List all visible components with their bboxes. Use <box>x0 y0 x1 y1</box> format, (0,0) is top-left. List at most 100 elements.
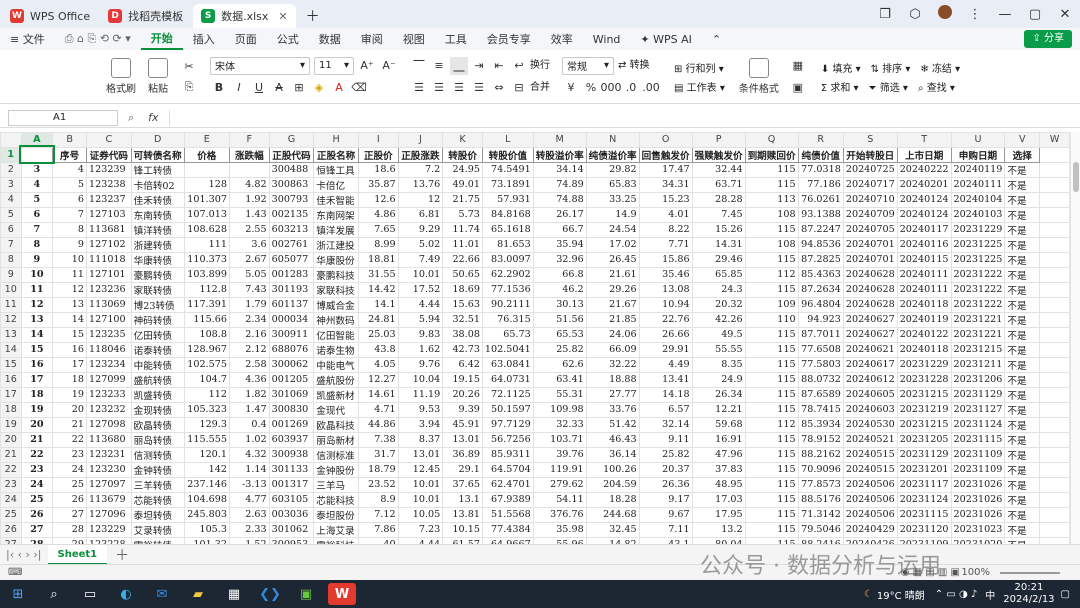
cell[interactable]: 不是 <box>1004 161 1041 178</box>
cell[interactable]: 20231206 <box>950 371 1006 388</box>
cell[interactable]: 7.11 <box>638 521 693 538</box>
collapse-icon[interactable]: ⌃ <box>702 33 731 46</box>
column-header[interactable]: B <box>52 132 88 148</box>
cell[interactable]: 84.8168 <box>481 206 534 223</box>
cell[interactable]: 18.69 <box>442 281 483 298</box>
cell[interactable]: 115.555 <box>183 431 230 448</box>
cell[interactable]: 78.9152 <box>797 431 844 448</box>
header-cell[interactable]: 正股代码 <box>268 146 315 163</box>
cell[interactable]: 17.52 <box>397 281 444 298</box>
cell[interactable]: 金钟股份 <box>313 461 359 478</box>
cell[interactable]: 65.53 <box>532 326 587 343</box>
cell[interactable]: 镇洋转债 <box>130 221 185 238</box>
cell[interactable]: 4.05 <box>357 356 399 373</box>
cell[interactable]: 127097 <box>86 476 132 493</box>
column-header[interactable]: S <box>842 132 898 148</box>
cell[interactable]: 博威合金 <box>313 296 359 313</box>
cell[interactable]: 279.62 <box>532 476 587 493</box>
cell[interactable]: 23.52 <box>357 476 399 493</box>
cell[interactable] <box>1039 536 1070 544</box>
cell[interactable] <box>1039 296 1070 313</box>
cell[interactable]: 109.98 <box>532 401 587 418</box>
cell[interactable]: 20231115 <box>950 431 1006 448</box>
cell[interactable]: 20231228 <box>896 371 952 388</box>
cell[interactable]: 20231020 <box>950 536 1006 544</box>
cell[interactable]: 5.94 <box>397 311 444 328</box>
cell[interactable]: 不是 <box>1004 431 1041 448</box>
cell[interactable] <box>1039 311 1070 328</box>
cell[interactable]: 42.73 <box>442 341 483 358</box>
sheet-tab[interactable]: Sheet1 <box>47 544 108 565</box>
cell[interactable]: 21.67 <box>585 296 640 313</box>
cell[interactable]: 25 <box>20 491 54 508</box>
cell[interactable] <box>1039 446 1070 463</box>
cell[interactable]: 26 <box>20 506 54 523</box>
cell[interactable]: 18.6 <box>357 161 399 178</box>
cell[interactable]: 21.75 <box>442 191 483 208</box>
cell[interactable]: 20231201 <box>896 461 952 478</box>
cell[interactable]: 21.61 <box>585 266 640 283</box>
justify-icon[interactable]: ☰ <box>470 79 488 97</box>
cell[interactable] <box>183 161 230 178</box>
cell[interactable]: 9.29 <box>397 221 444 238</box>
cell[interactable]: 35.46 <box>638 266 693 283</box>
cell[interactable]: 20240111 <box>950 176 1006 193</box>
outdent-icon[interactable]: ⇤ <box>490 57 508 75</box>
more-icon[interactable]: ⋮ <box>960 7 990 22</box>
cell[interactable]: 123239 <box>86 161 132 178</box>
cell[interactable]: 64.0731 <box>481 371 534 388</box>
header-cell[interactable]: 纯债溢价率 <box>585 146 640 163</box>
new-tab-button[interactable]: ＋ <box>298 4 328 28</box>
cell[interactable]: 26.66 <box>638 326 693 343</box>
align-left-icon[interactable]: ☰ <box>410 79 428 97</box>
cell[interactable]: 37.65 <box>442 476 483 493</box>
cell[interactable]: 24.81 <box>357 311 399 328</box>
cell[interactable]: 13.2 <box>691 521 746 538</box>
formula-input[interactable] <box>168 109 1080 126</box>
cell[interactable]: 20240701 <box>842 236 898 253</box>
cell[interactable]: 10 <box>52 251 88 268</box>
cell[interactable]: 20231026 <box>950 506 1006 523</box>
cell[interactable]: 67.9389 <box>481 491 534 508</box>
cell[interactable] <box>1039 221 1070 238</box>
cell[interactable]: 43.1 <box>638 536 693 544</box>
cell[interactable]: 8 <box>20 236 54 253</box>
cell[interactable]: 2.12 <box>228 341 270 358</box>
cell[interactable]: 9.83 <box>397 326 444 343</box>
cell[interactable]: 27 <box>20 521 54 538</box>
cell[interactable]: 55.55 <box>691 341 746 358</box>
cell[interactable]: 115 <box>744 251 799 268</box>
ime-indicator[interactable]: 中 <box>985 587 995 602</box>
cell[interactable]: 603213 <box>268 221 315 238</box>
cell[interactable]: 50.1597 <box>481 401 534 418</box>
menu-view[interactable]: 视图 <box>393 31 435 47</box>
cell[interactable]: 30.13 <box>532 296 587 313</box>
cell[interactable]: 10.05 <box>397 506 444 523</box>
cell[interactable]: 50.65 <box>442 266 483 283</box>
cell[interactable]: 0.4 <box>228 416 270 433</box>
cell[interactable]: 13.41 <box>638 371 693 388</box>
menu-review[interactable]: 审阅 <box>351 31 393 47</box>
cell[interactable]: 111018 <box>86 251 132 268</box>
cell[interactable]: 24.9 <box>691 371 746 388</box>
cell[interactable]: 77.186 <box>797 176 844 193</box>
cell[interactable]: 诺泰转债 <box>130 341 185 358</box>
cell[interactable]: 55.31 <box>532 386 587 403</box>
cell[interactable]: 4.44 <box>397 536 444 544</box>
cell[interactable]: 46.2 <box>532 281 587 298</box>
align-middle-icon[interactable]: ≡ <box>430 57 448 75</box>
cell[interactable]: 20240603 <box>842 401 898 418</box>
cell[interactable]: 605077 <box>268 251 315 268</box>
cell[interactable]: 4.01 <box>638 206 693 223</box>
cell[interactable]: 15.63 <box>442 296 483 313</box>
cell[interactable]: 4.44 <box>397 296 444 313</box>
column-header[interactable]: R <box>797 132 844 148</box>
add-sheet-icon[interactable]: ＋ <box>107 545 137 565</box>
merge-label[interactable]: 合并 <box>530 79 550 97</box>
cell[interactable]: 110 <box>744 311 799 328</box>
cell[interactable]: 6.81 <box>397 206 444 223</box>
cell[interactable]: 300488 <box>268 161 315 178</box>
cell[interactable]: 7 <box>52 206 88 223</box>
corner-cell[interactable] <box>0 132 22 148</box>
row-header[interactable]: 1 <box>0 146 22 163</box>
